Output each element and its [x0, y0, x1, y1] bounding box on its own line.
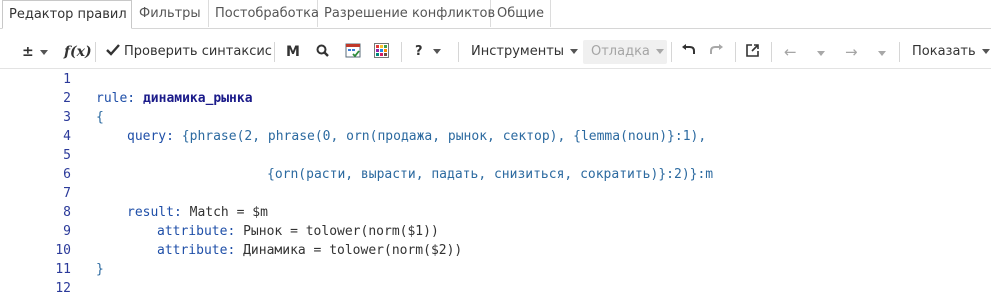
code-text: {orn(расти, вырасти, падать, снизиться, …	[267, 167, 714, 182]
keyword: rule:	[96, 91, 136, 106]
chevron-down-icon	[981, 49, 990, 54]
search-button[interactable]	[316, 38, 329, 66]
check-syntax-button[interactable]: Проверить синтаксис	[106, 38, 272, 66]
tab-bar: Редактор правил Фильтры Постобработка Ра…	[0, 0, 991, 29]
redo-button[interactable]	[709, 38, 724, 66]
toolbar-separator	[458, 42, 459, 62]
chevron-down-icon	[570, 49, 579, 54]
code-line: 3 {	[0, 108, 991, 127]
tab-general[interactable]: Общие	[491, 0, 551, 27]
calendar-check-icon	[345, 43, 361, 58]
code-line: 9 attribute: Рынок = tolower(norm($1))	[0, 222, 991, 241]
code-text: Match = $m	[189, 205, 268, 220]
help-icon: ?	[415, 44, 423, 59]
check-syntax-label: Проверить синтаксис	[124, 44, 272, 59]
undo-icon	[682, 44, 695, 54]
code-line: 1	[0, 70, 991, 89]
toolbar-separator	[401, 42, 402, 62]
check-icon	[106, 44, 120, 56]
toolbar-separator	[671, 42, 672, 62]
tools-dropdown[interactable]: Инструменты	[471, 38, 579, 66]
keyword: query:	[127, 129, 174, 144]
code-line: 11 }	[0, 260, 991, 279]
arrow-right-icon: →	[845, 43, 858, 61]
color-grid-button[interactable]	[374, 38, 389, 66]
forward-dropdown[interactable]: →	[845, 38, 886, 66]
function-button[interactable]: f(x)	[64, 38, 92, 66]
code-line: 10 attribute: Динамика = tolower(norm($2…	[0, 241, 991, 260]
rule-name: динамика_рынка	[142, 91, 253, 106]
code-line: 5	[0, 146, 991, 165]
plusminus-icon: ±	[22, 44, 34, 60]
toolbar-separator	[771, 42, 772, 62]
toolbar-separator	[95, 42, 96, 62]
m-button[interactable]: M	[286, 38, 300, 66]
code-editor[interactable]: 1 2 rule: динамика_рынка 3 { 4 query: {p…	[0, 69, 991, 298]
show-label: Показать	[912, 44, 976, 59]
line-number: 11	[55, 262, 71, 277]
line-number: 3	[63, 110, 71, 125]
code-line: 12	[0, 279, 991, 298]
undo-button[interactable]	[681, 38, 696, 66]
code-text: Динамика = tolower(norm($2))	[243, 243, 463, 258]
line-number: 2	[63, 91, 71, 106]
chevron-down-icon	[816, 51, 825, 56]
chevron-down-icon	[655, 49, 664, 54]
keyword: result:	[127, 205, 182, 220]
back-dropdown[interactable]: ←	[784, 38, 825, 66]
help-dropdown[interactable]: ?	[415, 38, 441, 66]
debug-dropdown[interactable]: Отладка	[591, 38, 664, 66]
line-number: 12	[55, 281, 71, 296]
arrow-left-icon: ←	[784, 43, 797, 61]
keyword: attribute:	[157, 224, 236, 239]
code-line: 7	[0, 184, 991, 203]
code-text: {phrase(2, phrase(0, orn(продажа, рынок,…	[181, 129, 707, 144]
toolbar-separator	[899, 42, 900, 62]
search-icon	[316, 44, 329, 57]
line-number: 5	[63, 148, 71, 163]
line-number: 4	[63, 129, 71, 144]
tab-postprocessing[interactable]: Постобработка	[209, 0, 319, 27]
toolbar-separator	[274, 42, 275, 62]
tab-filters[interactable]: Фильтры	[133, 0, 209, 27]
code-line: 8 result: Match = $m	[0, 203, 991, 222]
tab-conflict-resolution[interactable]: Разрешение конфликтов	[318, 0, 495, 27]
line-number: 1	[63, 72, 71, 87]
open-external-button[interactable]	[746, 38, 759, 66]
keyword: attribute:	[157, 243, 236, 258]
toolbar-separator	[735, 42, 736, 62]
toolbar: ± f(x) Проверить синтаксис M ? Инструмен…	[0, 36, 991, 69]
redo-icon	[710, 44, 723, 54]
tools-label: Инструменты	[471, 44, 565, 59]
code-text: }	[96, 262, 104, 277]
calendar-check-button[interactable]	[345, 38, 361, 66]
code-text: {	[96, 110, 104, 125]
color-grid-icon	[374, 43, 389, 58]
chevron-down-icon	[877, 51, 886, 56]
tab-rule-editor[interactable]: Редактор правил	[2, 0, 132, 29]
line-number: 6	[63, 167, 71, 182]
show-dropdown[interactable]: Показать	[912, 38, 990, 66]
code-line: 4 query: {phrase(2, phrase(0, orn(продаж…	[0, 127, 991, 146]
code-line: 2 rule: динамика_рынка	[0, 89, 991, 108]
line-number: 9	[63, 224, 71, 239]
line-number: 8	[63, 205, 71, 220]
chevron-down-icon	[39, 50, 48, 55]
code-text: Рынок = tolower(norm($1))	[243, 224, 439, 239]
line-number: 7	[63, 186, 71, 201]
function-icon: f(x)	[64, 44, 92, 60]
debug-label: Отладка	[591, 44, 650, 59]
external-link-icon	[746, 44, 759, 57]
code-line: 6 {orn(расти, вырасти, падать, снизиться…	[0, 165, 991, 184]
line-number: 10	[55, 243, 71, 258]
plusminus-dropdown[interactable]: ±	[22, 38, 48, 66]
chevron-down-icon	[432, 49, 441, 54]
